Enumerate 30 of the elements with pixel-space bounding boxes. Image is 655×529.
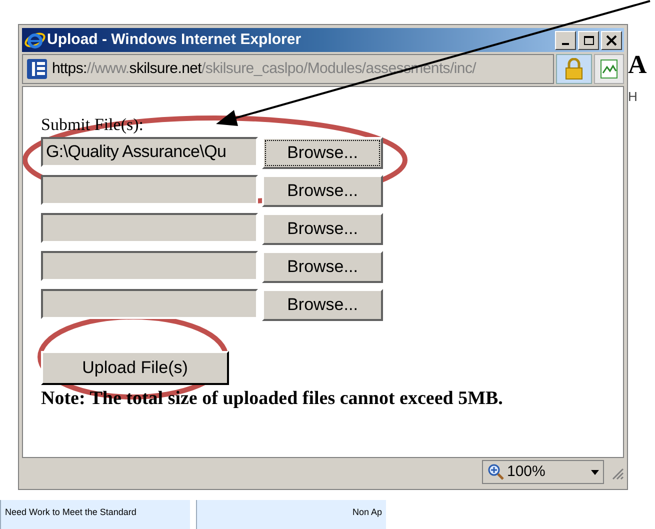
browser-logo-icon xyxy=(24,30,46,50)
file-path-field[interactable] xyxy=(41,289,258,319)
browse-button[interactable]: Browse... xyxy=(262,213,383,245)
dropdown-caret-icon[interactable] xyxy=(591,470,599,474)
lock-button[interactable] xyxy=(556,54,592,84)
lock-icon xyxy=(565,58,583,80)
zoom-control[interactable]: 100% xyxy=(482,460,604,484)
table-cell: Need Work to Meet the Standard xyxy=(0,500,190,529)
file-path-field[interactable] xyxy=(41,251,258,281)
browse-button[interactable]: Browse... xyxy=(262,251,383,283)
magnifier-icon xyxy=(487,463,505,481)
file-path-field[interactable] xyxy=(41,213,258,243)
upload-button[interactable]: Upload File(s) xyxy=(41,351,229,385)
close-icon xyxy=(606,34,617,46)
zoom-level: 100% xyxy=(507,462,546,482)
browse-button[interactable]: Browse... xyxy=(262,289,383,321)
window-control-button[interactable] xyxy=(601,30,622,50)
site-icon xyxy=(26,58,48,80)
browse-button[interactable]: Browse... xyxy=(262,175,383,207)
window-title: Upload - Windows Internet Explorer xyxy=(47,30,302,50)
chart-page-icon xyxy=(600,59,618,79)
file-path-field[interactable] xyxy=(41,175,258,205)
report-button[interactable] xyxy=(594,54,624,84)
window-control-button[interactable] xyxy=(578,30,599,50)
window-control-button[interactable] xyxy=(555,30,576,50)
browse-button[interactable]: Browse... xyxy=(262,137,383,169)
page-text: H xyxy=(628,90,638,103)
file-path-field[interactable]: G:\Quality Assurance\Qu xyxy=(41,137,258,167)
table-cell: Non Ap xyxy=(196,500,386,529)
page-heading: A xyxy=(628,52,647,78)
